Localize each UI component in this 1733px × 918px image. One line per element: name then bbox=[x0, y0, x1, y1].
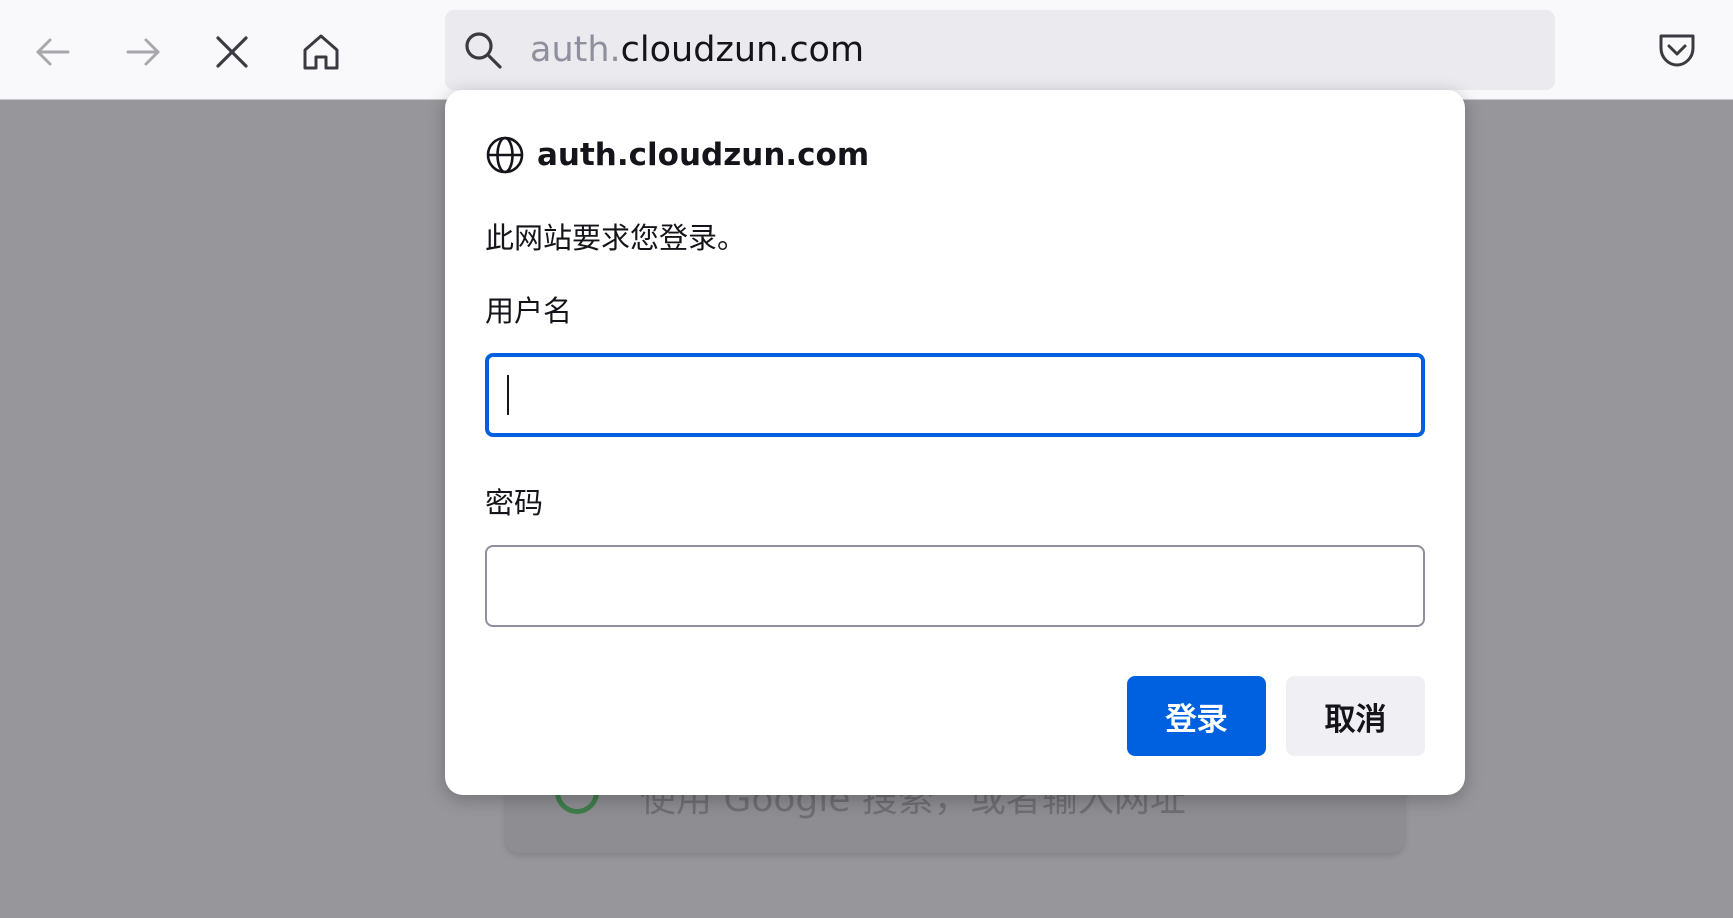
auth-dialog: auth.cloudzun.com 此网站要求您登录。 用户名 密码 登录 取消 bbox=[445, 90, 1465, 795]
stop-button[interactable] bbox=[202, 22, 262, 82]
back-arrow-icon bbox=[36, 38, 70, 66]
username-input[interactable] bbox=[485, 353, 1425, 437]
forward-arrow-icon bbox=[126, 38, 160, 66]
username-label: 用户名 bbox=[485, 294, 573, 328]
dialog-message: 此网站要求您登录。 bbox=[485, 221, 747, 255]
search-icon bbox=[465, 32, 502, 69]
home-icon bbox=[303, 34, 339, 70]
dialog-site-name: auth.cloudzun.com bbox=[537, 137, 870, 173]
back-button[interactable] bbox=[23, 22, 83, 82]
url-domain: cloudzun.com bbox=[620, 30, 865, 70]
globe-icon bbox=[486, 136, 524, 174]
forward-button[interactable] bbox=[113, 22, 173, 82]
browser-toolbar: auth.cloudzun.com bbox=[0, 0, 1733, 100]
home-button[interactable] bbox=[291, 22, 351, 82]
password-label: 密码 bbox=[485, 486, 544, 520]
close-icon bbox=[216, 36, 248, 68]
password-input[interactable] bbox=[485, 545, 1425, 627]
dialog-site-header: auth.cloudzun.com bbox=[485, 130, 869, 180]
cancel-button[interactable]: 取消 bbox=[1286, 676, 1425, 756]
pocket-icon[interactable] bbox=[1655, 28, 1699, 72]
login-button[interactable]: 登录 bbox=[1127, 676, 1266, 756]
url-text[interactable]: auth.cloudzun.com bbox=[530, 10, 864, 90]
text-caret bbox=[507, 375, 509, 415]
url-bar[interactable]: auth.cloudzun.com bbox=[445, 10, 1555, 90]
url-subdomain: auth. bbox=[530, 30, 621, 70]
